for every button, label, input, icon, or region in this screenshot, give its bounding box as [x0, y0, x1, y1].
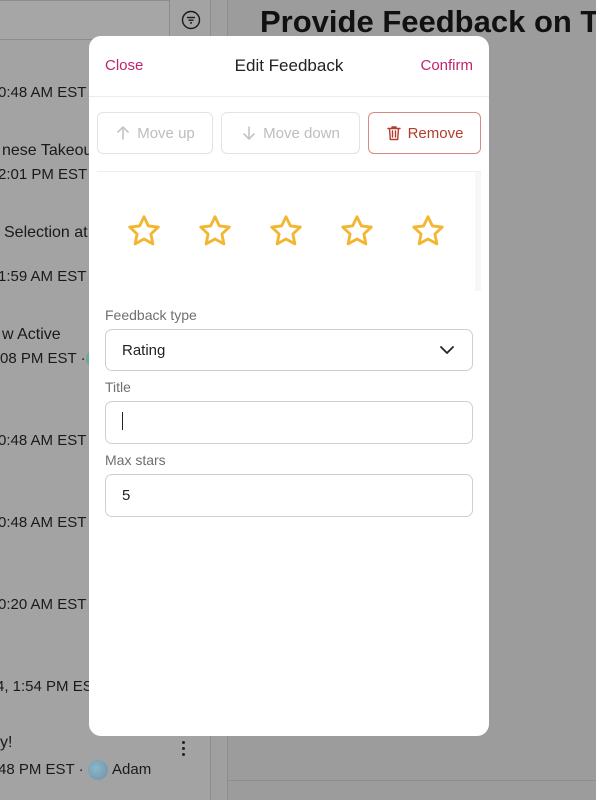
remove-button[interactable]: Remove — [368, 112, 481, 154]
list-item-meta: 2:01 PM EST · — [0, 166, 97, 183]
move-up-button[interactable]: Move up — [97, 112, 213, 154]
move-down-button[interactable]: Move down — [221, 112, 360, 154]
move-up-label: Move up — [137, 124, 195, 142]
text-cursor — [122, 412, 123, 430]
trash-icon — [386, 126, 401, 141]
arrow-down-icon — [243, 126, 255, 140]
list-item-meta: 0:48 AM EST — [0, 514, 87, 531]
star-icon[interactable] — [197, 213, 233, 249]
list-item-meta: 1:59 AM EST · — [0, 268, 96, 285]
list-search-box — [0, 0, 170, 40]
confirm-button[interactable]: Confirm — [420, 57, 473, 74]
list-item-title: w Active — [2, 326, 61, 343]
chevron-down-icon — [440, 346, 454, 354]
author-name: Adam — [112, 761, 152, 778]
list-item-title: nese Takeout — [2, 142, 97, 159]
more-options-icon — [180, 741, 186, 757]
max-stars-input[interactable] — [105, 474, 473, 517]
remove-label: Remove — [407, 124, 464, 142]
feedback-type-label: Feedback type — [105, 307, 197, 323]
main-divider — [228, 780, 596, 781]
star-row — [97, 172, 475, 292]
list-item-meta: 08 PM EST · — [0, 350, 86, 367]
list-item-meta: 0:48 AM EST · — [0, 84, 96, 101]
filter-icon — [181, 10, 200, 29]
star-icon[interactable] — [339, 213, 375, 249]
list-item-meta: 0:48 AM EST — [0, 432, 87, 449]
list-item-meta: 4, 1:54 PM EST — [0, 678, 102, 695]
close-button[interactable]: Close — [105, 57, 143, 74]
star-icon[interactable] — [268, 213, 304, 249]
max-stars-label: Max stars — [105, 452, 166, 468]
arrow-up-icon — [117, 126, 130, 140]
feedback-type-value: Rating — [122, 341, 166, 359]
modal-header: Close Edit Feedback Confirm — [89, 36, 489, 97]
item-toolbar: Move up Move down Remove — [97, 112, 481, 155]
feedback-type-select[interactable]: Rating — [105, 329, 473, 371]
list-item-title: y! — [0, 734, 13, 751]
move-down-label: Move down — [263, 124, 340, 142]
rating-preview — [97, 171, 481, 292]
edit-feedback-modal: Close Edit Feedback Confirm Move up Move… — [89, 36, 489, 736]
star-icon[interactable] — [410, 213, 446, 249]
title-label: Title — [105, 379, 131, 395]
title-input[interactable] — [105, 401, 473, 444]
list-item-meta: 48 PM EST · — [0, 761, 84, 778]
avatar — [88, 760, 108, 780]
filter-button — [170, 0, 211, 40]
star-icon[interactable] — [126, 213, 162, 249]
list-item-meta: 0:20 AM EST — [0, 596, 87, 613]
page-title: Provide Feedback on To — [260, 4, 596, 39]
list-item-title: Selection at — [4, 224, 88, 241]
